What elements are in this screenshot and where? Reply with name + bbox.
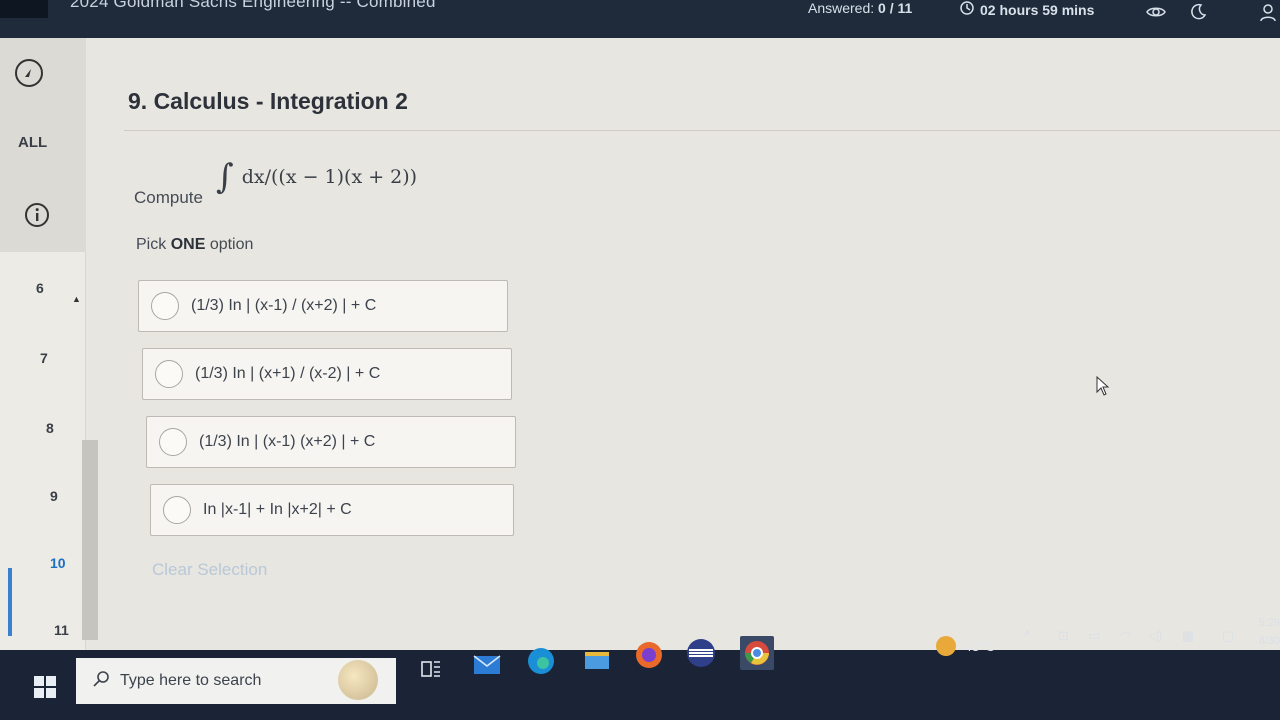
option-label: (1/3) In | (x-1) (x+2) | + C xyxy=(199,433,376,450)
pick-prefix: Pick xyxy=(136,236,167,253)
option-4[interactable]: In |x-1| + In |x+2| + C xyxy=(150,484,514,536)
answered-value: 0 / 11 xyxy=(878,0,913,16)
pick-suffix: option xyxy=(209,236,254,253)
info-icon[interactable] xyxy=(24,202,50,233)
chevron-up-icon[interactable]: ^ xyxy=(1024,628,1030,643)
clock-date: 8/30 xyxy=(1258,635,1280,647)
test-title: 2024 Goldman Sachs Engineering -- Combin… xyxy=(70,0,436,11)
timer-text: 02 hours 59 mins xyxy=(980,1,1095,18)
notification-icon[interactable]: ▢ xyxy=(1222,628,1234,644)
integral-symbol: ∫ xyxy=(216,157,234,197)
windows-start-icon[interactable] xyxy=(34,676,56,698)
wifi-icon[interactable]: ◠ xyxy=(1120,628,1131,644)
windows-taskbar: Type here to search 43°C ^ ⊡ ▭ ◠ ◁) ▦ ▢ … xyxy=(0,617,1280,720)
clock-icon xyxy=(960,1,974,18)
option-label: In |x-1| + In |x+2| + C xyxy=(203,501,352,518)
question-sidebar: ALL ▲ 6 7 8 9 10 11 xyxy=(0,38,86,650)
task-view-icon[interactable] xyxy=(416,654,446,684)
sidebar-item-10[interactable]: 10 xyxy=(50,555,66,571)
top-header: 2024 Goldman Sachs Engineering -- Combin… xyxy=(0,0,1280,38)
weather-widget[interactable]: 43°C xyxy=(936,636,995,656)
option-2[interactable]: (1/3) In | (x+1) / (x-2) | + C xyxy=(142,348,512,400)
chrome-icon[interactable] xyxy=(740,636,774,670)
people-icon[interactable]: ⊡ xyxy=(1058,628,1069,644)
clock-time: 5:29 xyxy=(1258,617,1280,629)
battery-icon[interactable]: ▭ xyxy=(1088,628,1100,644)
sidebar-item-7[interactable]: 7 xyxy=(40,350,48,366)
sidebar-item-8[interactable]: 8 xyxy=(46,420,54,436)
clear-selection-link[interactable]: Clear Selection xyxy=(152,560,267,580)
mail-icon[interactable] xyxy=(472,650,502,680)
user-icon[interactable] xyxy=(1258,2,1278,22)
formula-text: dx/((x − 1)(x + 2)) xyxy=(241,166,418,188)
mouse-cursor-icon xyxy=(1096,375,1110,401)
search-icon xyxy=(92,670,110,693)
sun-icon xyxy=(936,636,956,656)
sidebar-item-11[interactable]: 11 xyxy=(54,622,69,638)
firefox-icon[interactable] xyxy=(634,640,664,670)
option-3[interactable]: (1/3) In | (x-1) (x+2) | + C xyxy=(146,416,516,468)
radio-button[interactable] xyxy=(163,496,191,524)
pick-bold: ONE xyxy=(170,236,206,253)
edge-browser-icon[interactable] xyxy=(526,646,556,676)
keyboard-icon[interactable]: ▦ xyxy=(1182,628,1194,644)
question-title: 9. Calculus - Integration 2 xyxy=(128,88,408,114)
sidebar-item-6[interactable]: 6 xyxy=(36,280,44,296)
option-label: (1/3) In | (x+1) / (x-2) | + C xyxy=(195,365,381,382)
radio-button[interactable] xyxy=(159,428,187,456)
radio-button[interactable] xyxy=(155,360,183,388)
taskbar-search[interactable]: Type here to search xyxy=(76,658,396,704)
answered-count: Answered: 0 / 11 xyxy=(808,0,912,16)
sidebar-item-9[interactable]: 9 xyxy=(50,488,58,504)
question-prompt: Compute xyxy=(134,188,203,207)
question-panel: 9. Calculus - Integration 2 Compute ∫ dx… xyxy=(100,38,1280,650)
option-label: (1/3) In | (x-1) / (x+2) | + C xyxy=(191,297,377,314)
timer: 02 hours 59 mins xyxy=(960,1,1094,18)
scroll-up-arrow[interactable]: ▲ xyxy=(72,294,81,304)
search-placeholder: Type here to search xyxy=(120,672,262,689)
pick-instruction: Pick ONE option xyxy=(136,236,253,254)
title-divider xyxy=(124,130,1280,131)
help-icon[interactable] xyxy=(14,58,44,93)
eye-icon[interactable] xyxy=(1146,2,1166,22)
option-1[interactable]: (1/3) In | (x-1) / (x+2) | + C xyxy=(138,280,508,332)
integral-formula: ∫ dx/((x − 1)(x + 2)) xyxy=(216,160,417,194)
volume-icon[interactable]: ◁) xyxy=(1148,628,1162,644)
sidebar-scrollbar[interactable] xyxy=(82,440,98,640)
answered-label: Answered: xyxy=(808,0,875,16)
search-highlight-icon xyxy=(338,660,378,700)
file-explorer-icon[interactable] xyxy=(582,644,612,674)
radio-button[interactable] xyxy=(151,292,179,320)
temperature: 43°C xyxy=(964,638,996,654)
brand-logo xyxy=(0,0,48,18)
moon-icon[interactable] xyxy=(1188,2,1208,22)
active-indicator xyxy=(8,568,12,636)
system-clock[interactable]: 5:29 8/30 xyxy=(1254,614,1280,650)
sidebar-all[interactable]: ALL xyxy=(18,134,47,151)
eclipse-icon[interactable] xyxy=(686,638,716,668)
